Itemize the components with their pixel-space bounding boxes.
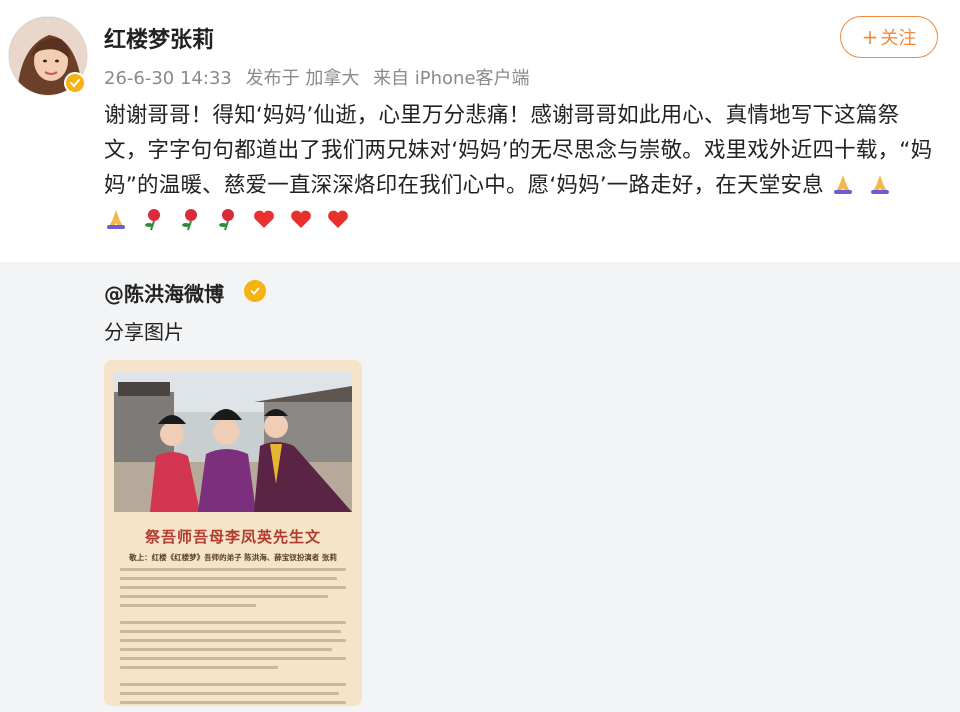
- plus-icon: +: [861, 25, 879, 49]
- post-location: 发布于 加拿大: [245, 68, 360, 89]
- article-subtitle: 敬上：红楼《红楼梦》吾师的弟子 陈洪海、薛宝钗扮演者 张莉: [129, 553, 337, 562]
- repost-card[interactable]: @陈洪海微博 分享图片 祭吾师吾母李凤英先生文 敬上：红楼《红楼梦》吾师的弟子 …: [0, 262, 960, 712]
- article-title: 祭吾师吾母李凤英先生文: [144, 528, 321, 546]
- post-time: 26-6-30 14:33: [104, 68, 232, 89]
- praying-hands-icon: [870, 175, 889, 194]
- username[interactable]: 红楼梦张莉: [104, 22, 214, 54]
- avatar-container[interactable]: [8, 16, 88, 96]
- article-body-lines: [120, 568, 346, 706]
- post-text: 谢谢哥哥！得知‘妈妈’仙逝，心里万分悲痛！感谢哥哥如此用心、真情地写下这篇祭文，…: [104, 103, 933, 198]
- post-source: 来自 iPhone客户端: [373, 68, 530, 89]
- rose-icon: [182, 209, 198, 231]
- verified-badge-icon: [64, 72, 86, 94]
- rose-icon: [145, 209, 161, 231]
- post-body: 谢谢哥哥！得知‘妈妈’仙逝，心里万分悲痛！感谢哥哥如此用心、真情地写下这篇祭文，…: [104, 98, 934, 238]
- red-heart-icon: [254, 210, 275, 228]
- drama-photo: [114, 372, 352, 512]
- red-heart-icon: [328, 210, 349, 228]
- post-meta: 26-6-30 14:33 发布于 加拿大 来自 iPhone客户端: [104, 64, 538, 90]
- weibo-post: 红楼梦张莉 26-6-30 14:33 发布于 加拿大 来自 iPhone客户端…: [0, 0, 960, 712]
- repost-image[interactable]: 祭吾师吾母李凤英先生文 敬上：红楼《红楼梦》吾师的弟子 陈洪海、薛宝钗扮演者 张…: [104, 360, 362, 706]
- red-heart-icon: [291, 210, 312, 228]
- praying-hands-icon: [833, 175, 852, 194]
- follow-label: 关注: [880, 28, 917, 49]
- praying-hands-icon: [107, 210, 125, 229]
- rose-icon: [219, 209, 235, 231]
- follow-button[interactable]: + 关注: [840, 16, 938, 58]
- verified-badge-icon: [244, 280, 266, 302]
- repost-text: 分享图片: [104, 320, 184, 344]
- repost-author[interactable]: @陈洪海微博: [104, 278, 224, 307]
